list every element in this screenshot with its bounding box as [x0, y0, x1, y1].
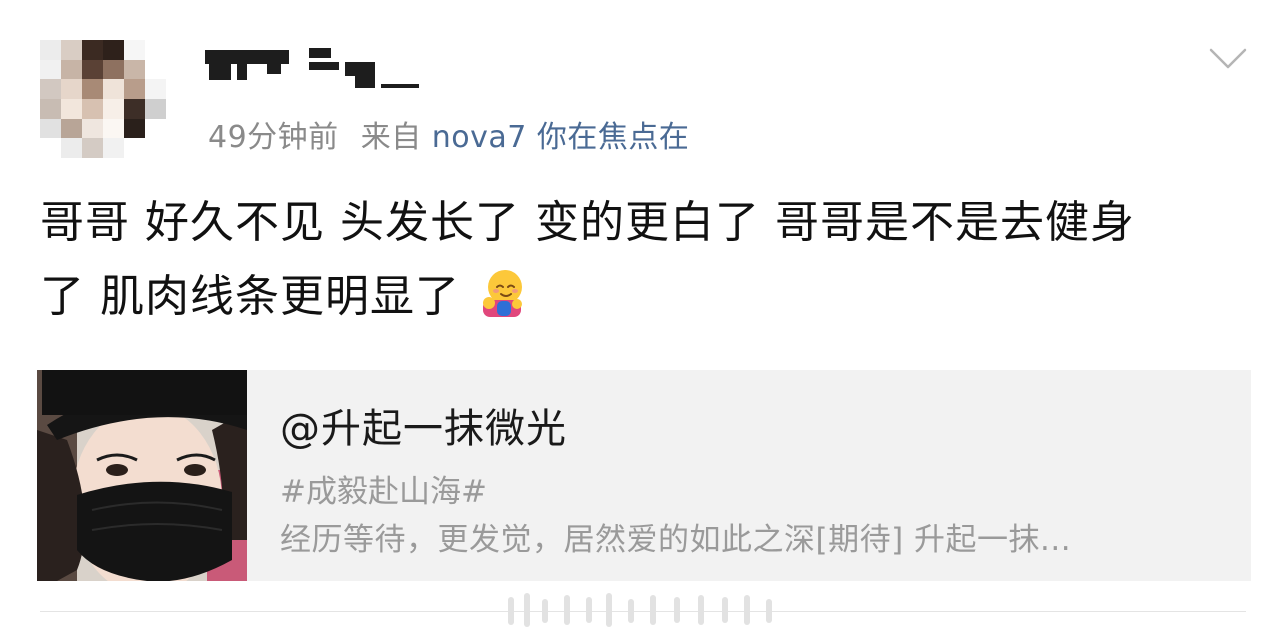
avatar[interactable] [40, 40, 166, 158]
source-prefix: 来自 [360, 120, 422, 155]
username-redacted[interactable] [205, 40, 425, 96]
repost-author[interactable]: @升起一抹微光 [280, 396, 567, 454]
post-time: 49分钟前 [208, 120, 339, 155]
repost-thumbnail[interactable] [37, 370, 247, 581]
hugging-face-emoji [483, 270, 522, 317]
source-device-link[interactable]: nova7 你在焦点在 [432, 120, 690, 155]
post-meta: 49分钟前 来自 nova7 你在焦点在 [208, 112, 689, 156]
post-text-line1: 哥哥 好久不见 头发长了 变的更白了 哥哥是不是去健身 [40, 197, 1135, 248]
weibo-post: 49分钟前 来自 nova7 你在焦点在 哥哥 好久不见 头发长了 变的更白了 哥… [0, 0, 1287, 641]
post-content: 哥哥 好久不见 头发长了 变的更白了 哥哥是不是去健身 了 肌肉线条更明显了 [40, 186, 1240, 334]
repost-hashtag[interactable]: #成毅赴山海# [280, 466, 487, 511]
post-text-line2: 了 肌肉线条更明显了 [40, 271, 460, 322]
repost-card[interactable]: @升起一抹微光 #成毅赴山海# 经历等待，更发觉，居然爱的如此之深[期待] 升起… [37, 370, 1251, 581]
watermark-blur [508, 593, 772, 627]
repost-excerpt: 经历等待，更发觉，居然爱的如此之深[期待] 升起一抹... [280, 522, 1072, 558]
chevron-down-icon[interactable] [1208, 46, 1248, 72]
